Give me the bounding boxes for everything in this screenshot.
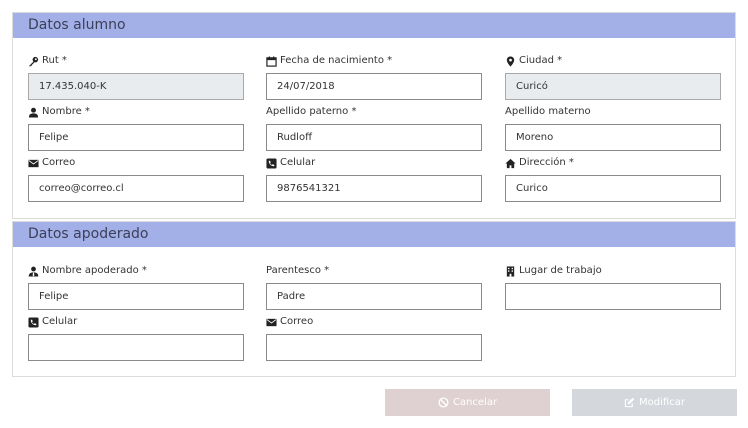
correo-input[interactable] <box>28 175 244 202</box>
apellido-materno-field: Apellido materno <box>505 105 721 151</box>
direccion-field: Dirección * <box>505 156 721 202</box>
celular-apoderado-field: Celular <box>28 315 244 361</box>
nombre-label: Nombre * <box>42 106 90 117</box>
cancel-button-label: Cancelar <box>452 397 498 408</box>
building-icon <box>506 265 515 277</box>
phone-square-icon <box>266 157 277 169</box>
user-icon <box>28 107 39 118</box>
nombre-apoderado-label: Nombre apoderado * <box>42 265 147 276</box>
apellido-paterno-field: Apellido paterno * <box>266 105 482 151</box>
edit-icon <box>624 397 635 408</box>
calendar-icon <box>266 55 277 67</box>
envelope-icon <box>28 159 39 167</box>
nombre-input[interactable] <box>28 124 244 151</box>
envelope-icon <box>266 318 277 326</box>
apoderado-panel-title: Datos apoderado <box>13 222 735 247</box>
lugar-trabajo-input[interactable] <box>505 283 721 310</box>
parentesco-label: Parentesco * <box>266 265 330 276</box>
nombre-apoderado-input[interactable] <box>28 283 244 310</box>
modify-button[interactable]: Modificar <box>572 389 737 416</box>
home-icon <box>505 158 516 168</box>
nombre-field: Nombre * <box>28 105 244 151</box>
apellido-paterno-label: Apellido paterno * <box>266 106 357 117</box>
phone-square-icon <box>28 316 39 328</box>
celular-apoderado-input[interactable] <box>28 334 244 361</box>
correo-apoderado-label: Correo <box>280 316 314 327</box>
ciudad-field: Ciudad * <box>505 54 721 100</box>
lugar-trabajo-label: Lugar de trabajo <box>519 265 602 276</box>
ban-icon <box>438 397 449 408</box>
correo-apoderado-input[interactable] <box>266 334 482 361</box>
rut-field: Rut * <box>28 54 244 100</box>
cancel-button[interactable]: Cancelar <box>385 389 550 416</box>
parentesco-field: Parentesco * <box>266 264 482 310</box>
ciudad-label: Ciudad * <box>519 55 563 66</box>
correo-apoderado-field: Correo <box>266 315 482 361</box>
apellido-materno-label: Apellido materno <box>505 106 591 117</box>
direccion-label: Dirección * <box>519 157 574 168</box>
celular-apoderado-label: Celular <box>42 316 78 327</box>
fecha-nacimiento-label: Fecha de nacimiento * <box>280 55 393 66</box>
fecha-nacimiento-input[interactable] <box>266 73 482 100</box>
apellido-paterno-input[interactable] <box>266 124 482 151</box>
direccion-input[interactable] <box>505 175 721 202</box>
rut-label: Rut * <box>42 55 67 66</box>
rut-input[interactable] <box>28 73 244 100</box>
map-marker-icon <box>506 55 515 67</box>
modify-button-label: Modificar <box>639 397 685 408</box>
nombre-apoderado-field: Nombre apoderado * <box>28 264 244 310</box>
parentesco-input[interactable] <box>266 283 482 310</box>
celular-label: Celular <box>280 157 316 168</box>
celular-field: Celular <box>266 156 482 202</box>
correo-label: Correo <box>42 157 76 168</box>
correo-field: Correo <box>28 156 244 202</box>
apellido-materno-input[interactable] <box>505 124 721 151</box>
user-tie-icon <box>28 266 39 277</box>
lugar-trabajo-field: Lugar de trabajo <box>505 264 721 310</box>
fecha-nacimiento-field: Fecha de nacimiento * <box>266 54 482 100</box>
celular-input[interactable] <box>266 175 482 202</box>
ciudad-input[interactable] <box>505 73 721 100</box>
key-icon <box>28 56 39 67</box>
alumno-panel-title: Datos alumno <box>13 13 735 38</box>
